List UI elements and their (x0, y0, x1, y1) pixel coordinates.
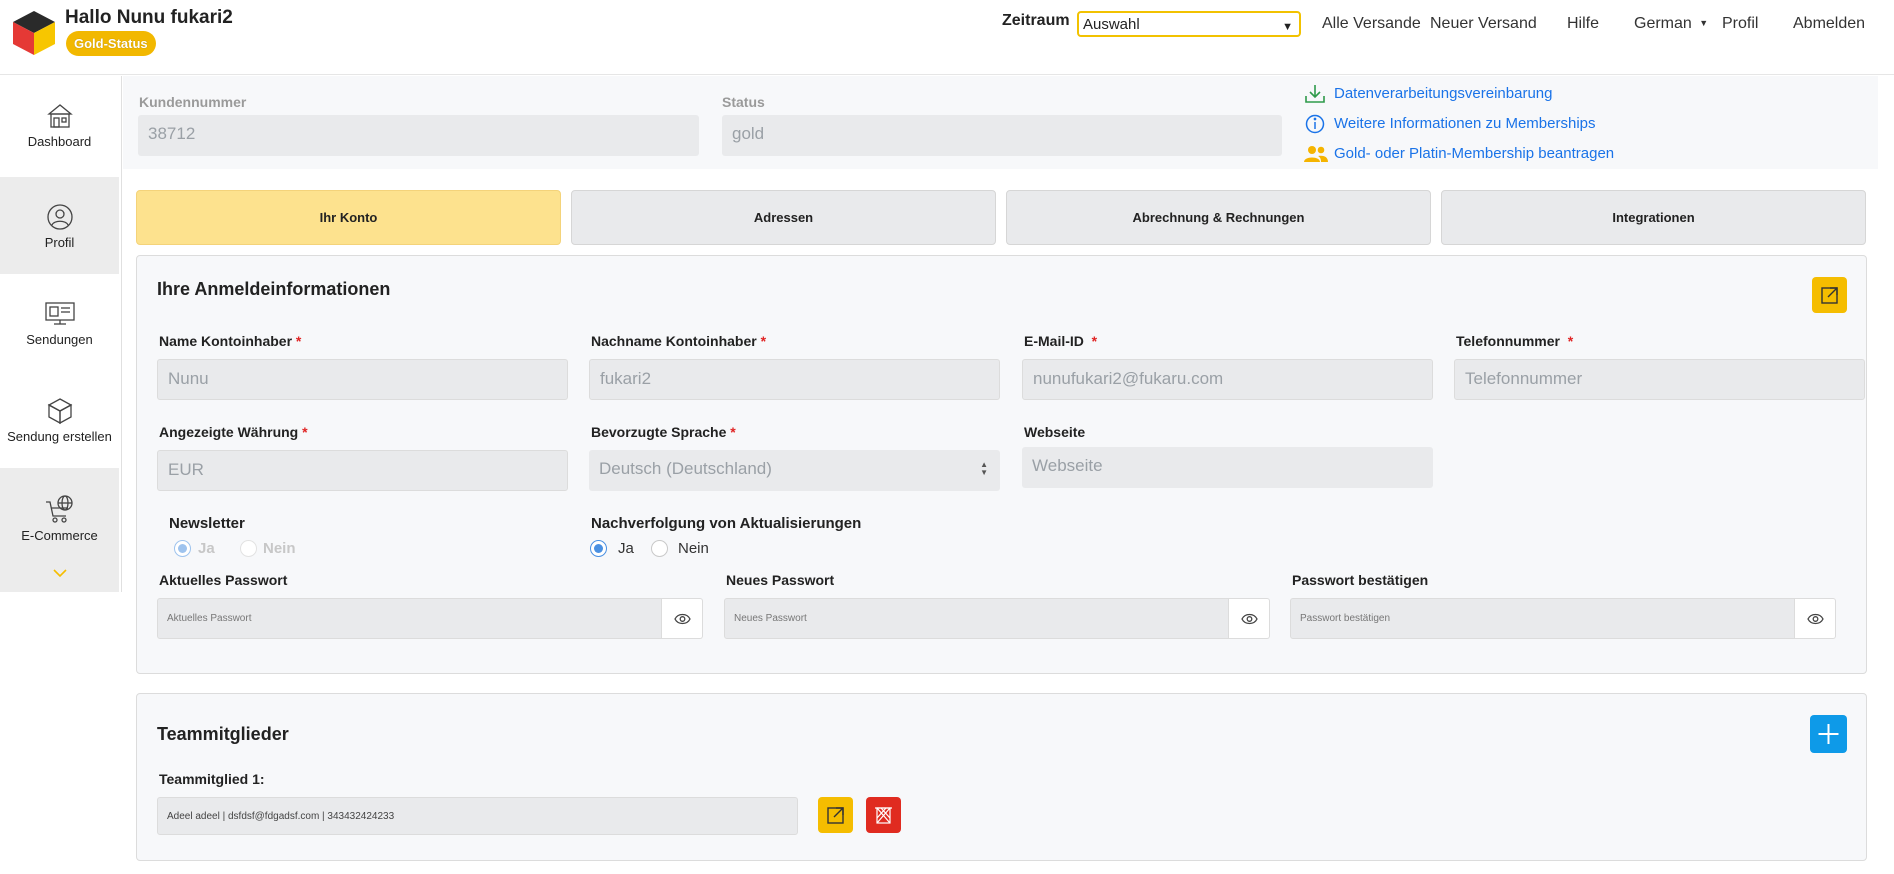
phone-label: Telefonnummer * (1456, 333, 1574, 349)
email-label: E-Mail-ID * (1024, 333, 1098, 349)
team-member-label: Teammitglied 1: (159, 771, 265, 787)
show-current-password-button[interactable] (662, 598, 703, 639)
tracking-yes-radio[interactable] (590, 540, 607, 557)
show-new-password-button[interactable] (1229, 598, 1270, 639)
tracking-yes-label: Ja (618, 540, 634, 557)
plus-icon (1818, 724, 1839, 744)
zeitraum-label: Zeitraum (1002, 12, 1070, 29)
tab-ihr-konto[interactable]: Ihr Konto (136, 190, 561, 245)
box-icon (47, 398, 72, 425)
zeitraum-select[interactable]: Auswahl ▼ (1077, 11, 1301, 37)
language-select-value: Deutsch (Deutschland) (599, 459, 772, 478)
sidebar-item-label: Sendungen (26, 332, 93, 347)
sidebar-item-label: E-Commerce (21, 528, 98, 543)
new-password-label: Neues Passwort (726, 572, 835, 588)
current-password-input[interactable]: Aktuelles Passwort (157, 598, 662, 639)
newsletter-yes-radio[interactable] (174, 540, 191, 557)
sidebar-item-sendungen[interactable]: Sendungen (0, 274, 119, 371)
top-bar: Hallo Nunu fukari2 Gold-Status Zeitraum … (0, 0, 1894, 75)
newsletter-label: Newsletter (169, 515, 245, 532)
language-select[interactable]: Deutsch (Deutschland) ▲ ▼ (589, 450, 1000, 491)
team-card-title: Teammitglieder (157, 724, 289, 744)
eye-icon (1241, 613, 1258, 625)
status-label: Status (722, 94, 765, 110)
tracking-no-label: Nein (678, 540, 709, 557)
confirm-password-label: Passwort bestätigen (1292, 572, 1429, 588)
language-label: German (1634, 15, 1692, 32)
info-icon (1305, 114, 1325, 134)
confirm-password-input[interactable]: Passwort bestätigen (1290, 598, 1795, 639)
tracking-label: Nachverfolgung von Aktualisierungen (591, 515, 862, 532)
eye-icon (674, 613, 691, 625)
caret-down-icon: ▼ (1699, 18, 1709, 28)
newsletter-no-label: Nein (263, 540, 296, 557)
current-password-label: Aktuelles Passwort (159, 572, 288, 588)
sidebar: Dashboard Profil Sendungen Sendung erste… (0, 76, 122, 592)
link-label: Weitere Informationen zu Memberships (1334, 115, 1596, 132)
sidebar-item-label: Profil (44, 235, 75, 250)
account-card-title: Ihre Anmeldeinformationen (157, 279, 391, 299)
delete-team-member-button[interactable] (866, 797, 901, 833)
team-member-field: Adeel adeel | dsfdsf@fdgadsf.com | 34343… (157, 797, 798, 835)
name-label: Name Kontoinhaber * (159, 333, 302, 349)
language-pref-label: Bevorzugte Sprache * (591, 424, 736, 440)
sidebar-item-sendung-erstellen[interactable]: Sendung erstellen (0, 371, 119, 468)
language-dropdown[interactable]: German ▼ (1634, 15, 1708, 33)
kundennummer-label: Kundennummer (139, 94, 247, 110)
email-field: nunufukari2@fukaru.com (1022, 359, 1433, 400)
nav-new-shipment[interactable]: Neuer Versand (1430, 15, 1537, 33)
website-label: Webseite (1024, 424, 1086, 440)
edit-team-member-button[interactable] (818, 797, 853, 833)
currency-label: Angezeigte Währung * (159, 424, 308, 440)
newsletter-no-radio[interactable] (240, 540, 257, 557)
edit-account-button[interactable] (1812, 277, 1847, 313)
tab-abrechnung[interactable]: Abrechnung & Rechnungen (1006, 190, 1431, 245)
sort-arrows-icon: ▲ ▼ (980, 460, 988, 477)
eye-icon (1807, 613, 1824, 625)
chevron-down-icon[interactable] (0, 569, 119, 578)
logo-cube-icon[interactable] (12, 10, 56, 56)
link-label: Datenverarbeitungsvereinbarung (1334, 85, 1553, 102)
tab-integrationen[interactable]: Integrationen (1441, 190, 1866, 245)
cart-globe-icon (45, 495, 73, 523)
name-field: Nunu (157, 359, 568, 400)
zeitraum-selected-value: Auswahl (1083, 16, 1140, 33)
trash-icon (875, 807, 892, 824)
kundennummer-field: 38712 (138, 115, 699, 156)
add-team-member-button[interactable] (1810, 715, 1847, 753)
website-field[interactable]: Webseite (1022, 447, 1433, 488)
new-password-input[interactable]: Neues Passwort (724, 598, 1229, 639)
show-confirm-password-button[interactable] (1795, 598, 1836, 639)
user-circle-icon (46, 204, 73, 230)
sidebar-item-label: Dashboard (27, 134, 92, 149)
monitor-icon (44, 302, 75, 325)
nav-help[interactable]: Hilfe (1567, 15, 1599, 33)
phone-field[interactable]: Telefonnummer (1454, 359, 1865, 400)
lastname-field: fukari2 (589, 359, 1000, 400)
download-icon (1305, 85, 1325, 103)
sidebar-item-label: Sendung erstellen (7, 429, 112, 444)
team-card (136, 693, 1867, 861)
gold-status-badge: Gold-Status (66, 31, 156, 56)
edit-icon (827, 807, 844, 824)
tab-adressen[interactable]: Adressen (571, 190, 996, 245)
currency-field: EUR (157, 450, 568, 491)
house-icon (46, 104, 73, 128)
nav-logout[interactable]: Abmelden (1793, 15, 1865, 33)
newsletter-yes-label: Ja (198, 540, 215, 557)
users-icon (1304, 146, 1328, 162)
greeting-text: Hallo Nunu fukari2 (65, 7, 233, 28)
nav-all-shipments[interactable]: Alle Versande (1322, 15, 1421, 33)
status-field: gold (722, 115, 1282, 156)
edit-icon (1821, 287, 1838, 304)
chevron-down-icon: ▼ (1282, 21, 1293, 33)
sidebar-item-ecommerce[interactable]: E-Commerce (0, 468, 119, 592)
tracking-no-radio[interactable] (651, 540, 668, 557)
sidebar-item-dashboard[interactable]: Dashboard (0, 76, 119, 173)
sidebar-item-profil[interactable]: Profil (0, 177, 119, 274)
link-label: Gold- oder Platin-Membership beantragen (1334, 145, 1615, 162)
lastname-label: Nachname Kontoinhaber * (591, 333, 767, 349)
nav-profile[interactable]: Profil (1722, 15, 1758, 33)
